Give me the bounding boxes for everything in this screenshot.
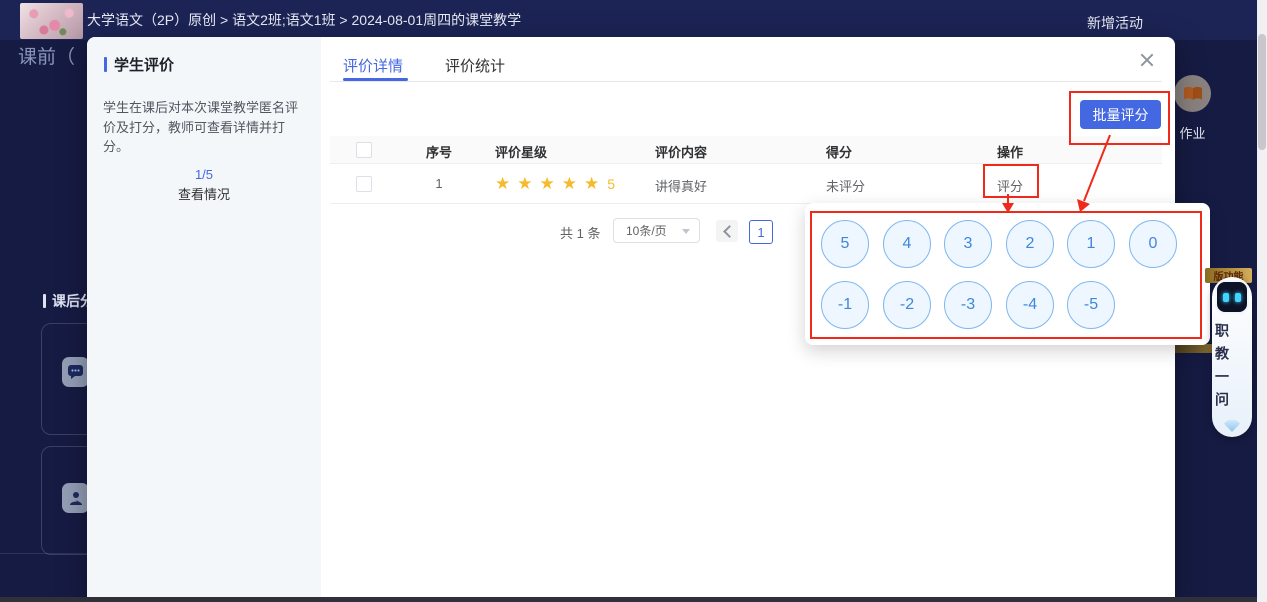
panel-description: 学生在课后对本次课堂教学匿名评价及打分，教师可查看详情并打分。 xyxy=(103,98,307,157)
previous-page-button[interactable] xyxy=(716,220,738,242)
header-action: 操作 xyxy=(997,142,1023,161)
background-divider xyxy=(0,553,87,554)
row-checkbox[interactable] xyxy=(356,176,372,192)
header-score: 得分 xyxy=(826,142,852,161)
score-option-button[interactable]: -2 xyxy=(883,281,931,329)
table-row: 1 5 讲得真好 未评分 评分 xyxy=(330,163,1162,204)
star-icon xyxy=(540,177,555,191)
tab-evaluation-details[interactable]: 评价详情 xyxy=(343,55,403,76)
homework-label: 作业 xyxy=(1174,123,1211,142)
evaluation-progress: 1/5 xyxy=(87,167,321,182)
page-size-value: 10条/页 xyxy=(626,222,667,239)
scrollbar-thumb[interactable] xyxy=(1258,34,1266,150)
current-page-button[interactable]: 1 xyxy=(749,220,773,244)
star-icon xyxy=(495,177,510,191)
header-content: 评价内容 xyxy=(655,142,707,161)
score-option-button[interactable]: 1 xyxy=(1067,220,1115,268)
table-header-row: 序号 评价星级 评价内容 得分 操作 xyxy=(330,136,1162,164)
rating-value: 5 xyxy=(607,176,615,192)
close-icon[interactable] xyxy=(1138,51,1156,69)
scrollbar-track[interactable] xyxy=(1257,0,1267,602)
page: 大学语文（2P）原创 > 语文2班;语文1班 > 2024-08-01周四的课堂… xyxy=(0,0,1267,602)
discussion-icon xyxy=(62,357,89,387)
row-index: 1 xyxy=(417,176,461,191)
chevron-down-icon xyxy=(682,229,690,234)
evaluation-side-panel: 学生评价 学生在课后对本次课堂教学匿名评价及打分，教师可查看详情并打分。 1/5… xyxy=(87,37,321,602)
stage-label: 课前（ xyxy=(18,42,75,69)
pagination-total: 共 1 条 xyxy=(560,223,600,242)
batch-score-button[interactable]: 批量评分 xyxy=(1080,100,1161,129)
panel-title-text: 学生评价 xyxy=(114,54,174,75)
score-option-button[interactable]: 3 xyxy=(944,220,992,268)
tab-evaluation-statistics[interactable]: 评价统计 xyxy=(445,55,505,76)
robot-eye xyxy=(1235,293,1241,302)
score-action-link[interactable]: 评分 xyxy=(997,176,1023,195)
star-icon xyxy=(562,177,577,191)
score-option-button[interactable]: 4 xyxy=(883,220,931,268)
score-option-button[interactable]: 0 xyxy=(1129,220,1177,268)
robot-icon xyxy=(1215,280,1249,314)
breadcrumb: 大学语文（2P）原创 > 语文2班;语文1班 > 2024-08-01周四的课堂… xyxy=(87,0,521,40)
header-index: 序号 xyxy=(417,142,461,161)
star-icon xyxy=(517,177,532,191)
star-icon xyxy=(584,177,599,191)
new-activity-button[interactable]: 新增活动 xyxy=(1087,13,1143,33)
section-title-bar xyxy=(43,294,46,308)
homework-icon[interactable] xyxy=(1174,75,1211,112)
robot-eye xyxy=(1223,293,1229,302)
window-bottom-edge xyxy=(0,597,1267,602)
select-all-checkbox[interactable] xyxy=(356,142,372,158)
row-rating-stars: 5 xyxy=(495,176,615,192)
score-option-button[interactable]: -5 xyxy=(1067,281,1115,329)
tab-divider xyxy=(330,81,1162,82)
view-status-link[interactable]: 查看情况 xyxy=(87,184,321,203)
score-option-button[interactable]: 5 xyxy=(821,220,869,268)
page-size-select[interactable]: 10条/页 xyxy=(613,218,700,243)
score-option-button[interactable]: -3 xyxy=(944,281,992,329)
header-rating: 评价星级 xyxy=(495,142,547,161)
gem-icon xyxy=(1224,420,1240,432)
score-option-button[interactable]: 2 xyxy=(1006,220,1054,268)
row-content: 讲得真好 xyxy=(655,176,707,195)
assistant-label: 职教一问 xyxy=(1212,319,1252,419)
assistant-widget[interactable]: 职教一问 xyxy=(1212,277,1252,437)
score-option-button[interactable]: -4 xyxy=(1006,281,1054,329)
row-score: 未评分 xyxy=(826,176,865,195)
panel-title-bar xyxy=(104,57,107,72)
score-selection-popup: 5 4 3 2 1 0 -1 -2 -3 -4 -5 xyxy=(805,203,1210,345)
score-option-button[interactable]: -1 xyxy=(821,281,869,329)
course-thumbnail-image xyxy=(20,3,83,39)
student-icon xyxy=(62,483,89,513)
panel-title: 学生评价 xyxy=(104,54,174,75)
top-navigation-bar: 大学语文（2P）原创 > 语文2班;语文1班 > 2024-08-01周四的课堂… xyxy=(0,0,1267,40)
